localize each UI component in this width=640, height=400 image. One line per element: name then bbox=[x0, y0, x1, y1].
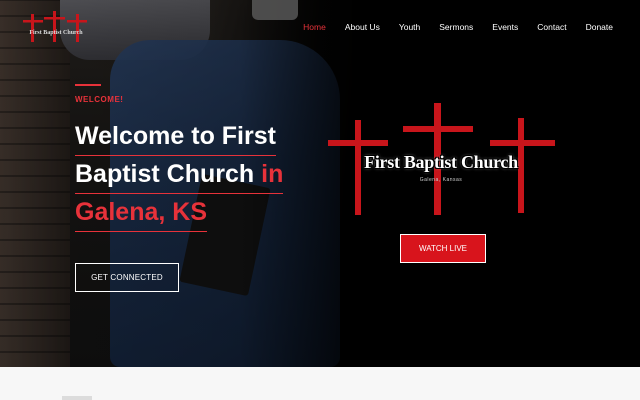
hero-headline: Welcome to First Baptist Church in Galen… bbox=[75, 118, 335, 232]
headline-line-2-white: Baptist Church bbox=[75, 160, 262, 188]
nav-about-us[interactable]: About Us bbox=[345, 20, 380, 34]
nav-events[interactable]: Events bbox=[492, 20, 518, 34]
bottom-tab-handle bbox=[62, 396, 92, 400]
get-connected-button[interactable]: GET CONNECTED bbox=[75, 263, 179, 292]
nav-sermons[interactable]: Sermons bbox=[439, 20, 473, 34]
headline-line-2: Baptist Church in bbox=[75, 156, 284, 194]
church-logo-subtitle: Galena, Kansas bbox=[419, 177, 463, 183]
headline-line-1: Welcome to First bbox=[75, 118, 276, 156]
logo-text: First Baptist Church bbox=[29, 30, 83, 36]
nav-donate[interactable]: Donate bbox=[586, 20, 613, 34]
hero-eyebrow: WELCOME! bbox=[75, 95, 124, 104]
three-crosses-logo-icon[interactable]: First Baptist Church bbox=[20, 10, 92, 44]
nav-home[interactable]: Home bbox=[303, 20, 326, 34]
nav-contact[interactable]: Contact bbox=[537, 20, 566, 34]
hero-section: First Baptist Church Home About Us Youth… bbox=[0, 0, 640, 367]
main-nav: Home About Us Youth Sermons Events Conta… bbox=[303, 20, 613, 34]
nav-youth[interactable]: Youth bbox=[399, 20, 420, 34]
next-section bbox=[0, 367, 640, 400]
headline-line-2-red: in bbox=[261, 160, 284, 188]
eyebrow-accent-line bbox=[75, 84, 101, 86]
headline-line-3: Galena, KS bbox=[75, 194, 207, 232]
church-logo-name: First Baptist Church bbox=[364, 152, 518, 172]
top-tab-handle bbox=[252, 0, 298, 20]
watch-live-button[interactable]: WATCH LIVE bbox=[400, 234, 486, 263]
